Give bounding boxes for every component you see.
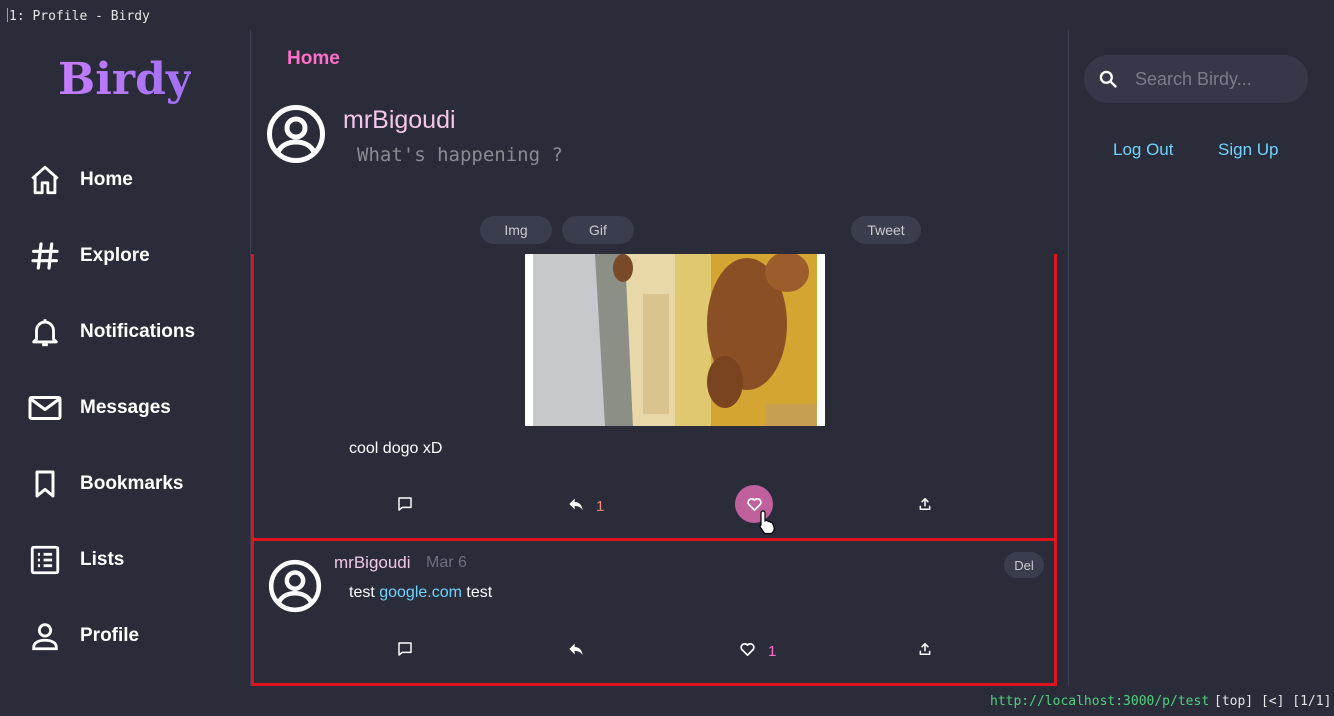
sidebar: Birdy Home Explore Notifications Message…: [0, 30, 250, 686]
page-title: Home: [287, 48, 340, 69]
mouse-pointer-icon: [757, 510, 777, 540]
reply-button[interactable]: [568, 641, 584, 661]
sidebar-item-label: Bookmarks: [80, 473, 184, 494]
sidebar-item-label: Messages: [80, 397, 171, 418]
post-link[interactable]: google.com: [379, 584, 462, 601]
window-title-bar: 1: Profile - Birdy: [0, 0, 1334, 30]
app-logo[interactable]: Birdy: [58, 54, 191, 105]
heart-icon: [739, 641, 756, 662]
sidebar-item-label: Profile: [80, 625, 140, 646]
share-icon: [918, 641, 932, 661]
browser-status-bar: http://localhost:3000/p/test [top] [<] […: [0, 686, 1334, 716]
post-card: cool dogo xD 1: [251, 254, 1057, 541]
post-card: mrBigoudi Mar 6 Del test google.com test…: [251, 538, 1057, 686]
sidebar-item-notifications[interactable]: Notifications: [26, 294, 195, 370]
tweet-composer-input[interactable]: [357, 144, 857, 166]
img-button[interactable]: Img: [480, 216, 552, 244]
signup-link[interactable]: Sign Up: [1218, 140, 1278, 160]
sidebar-item-messages[interactable]: Messages: [26, 370, 195, 446]
status-position: [top] [<] [1/1]: [1214, 694, 1332, 709]
delete-button[interactable]: Del: [1004, 552, 1044, 578]
sidebar-item-lists[interactable]: Lists: [26, 522, 195, 598]
search-box: [1084, 55, 1308, 103]
hashtag-icon: [26, 237, 64, 275]
share-button[interactable]: [918, 496, 932, 516]
like-count: 1: [768, 643, 777, 660]
sidebar-nav: Home Explore Notifications Messages Book…: [26, 142, 195, 674]
sidebar-item-explore[interactable]: Explore: [26, 218, 195, 294]
reply-button[interactable]: 1: [568, 496, 604, 516]
logout-link[interactable]: Log Out: [1113, 140, 1174, 160]
home-icon: [26, 161, 64, 199]
composer-username: mrBigoudi: [343, 106, 456, 134]
sidebar-item-label: Explore: [80, 245, 150, 266]
status-url: http://localhost:3000/p/test: [990, 694, 1210, 709]
gif-button[interactable]: Gif: [562, 216, 634, 244]
share-button[interactable]: [918, 641, 932, 661]
search-input[interactable]: [1135, 68, 1295, 90]
window-title: 1: Profile - Birdy: [9, 9, 150, 24]
title-cursor: [7, 8, 8, 22]
bookmark-icon: [26, 465, 64, 503]
comment-button[interactable]: [397, 496, 413, 516]
envelope-icon: [26, 389, 64, 427]
post-text: cool dogo xD: [349, 440, 443, 457]
sidebar-item-label: Notifications: [80, 321, 196, 342]
right-divider: [1068, 30, 1069, 686]
main-feed: Home mrBigoudi Img Gif Tweet: [251, 30, 1068, 686]
bell-icon: [26, 313, 64, 351]
like-button[interactable]: 1: [739, 641, 776, 662]
list-icon: [26, 541, 64, 579]
sidebar-item-label: Lists: [80, 549, 125, 570]
reply-icon: [568, 496, 584, 516]
sidebar-item-home[interactable]: Home: [26, 142, 195, 218]
post-text-before: test: [349, 584, 380, 601]
reply-icon: [568, 641, 584, 661]
user-icon: [26, 617, 64, 655]
post-avatar[interactable]: [268, 559, 322, 613]
search-icon: [1098, 69, 1118, 89]
post-text-after: test: [461, 584, 493, 601]
tweet-button[interactable]: Tweet: [851, 216, 921, 244]
sidebar-item-bookmarks[interactable]: Bookmarks: [26, 446, 195, 522]
sidebar-item-profile[interactable]: Profile: [26, 598, 195, 674]
comment-icon: [397, 496, 413, 516]
post-date: Mar 6: [426, 554, 467, 571]
post-text: test google.com test: [349, 584, 492, 602]
post-image[interactable]: [525, 254, 825, 426]
sidebar-item-label: Home: [80, 169, 133, 190]
comment-icon: [397, 641, 413, 661]
composer-avatar: [266, 104, 326, 164]
comment-button[interactable]: [397, 641, 413, 661]
post-username[interactable]: mrBigoudi: [334, 553, 411, 573]
reply-count: 1: [596, 497, 605, 515]
share-icon: [918, 496, 932, 516]
